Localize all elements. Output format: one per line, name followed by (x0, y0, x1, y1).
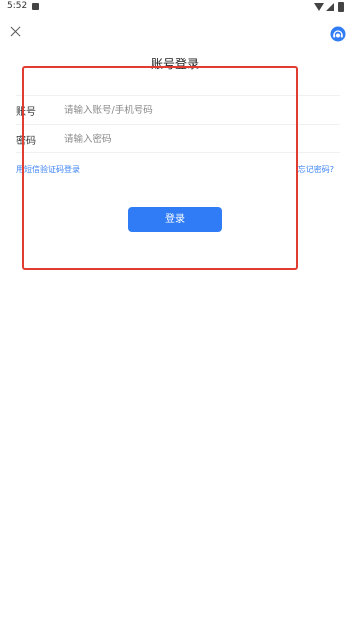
sms-login-link[interactable]: 用短信验证码登录 (16, 164, 80, 175)
login-screen: 5:52 账号登录 账号 密码 用短信验证码登录 忘记密码? 登录 (0, 0, 350, 622)
status-time: 5:52 (7, 1, 28, 11)
divider (16, 124, 340, 125)
login-button[interactable]: 登录 (128, 207, 222, 232)
account-input[interactable] (64, 101, 334, 119)
forgot-password-link[interactable]: 忘记密码? (298, 164, 334, 175)
account-label: 账号 (16, 107, 36, 118)
divider (16, 95, 340, 96)
battery-icon (338, 2, 344, 12)
customer-service-icon[interactable] (330, 26, 346, 42)
password-input[interactable] (64, 130, 334, 148)
page-title: 账号登录 (150, 57, 199, 71)
signal-icon (326, 3, 334, 11)
notification-icon (32, 3, 39, 10)
wifi-icon (314, 3, 324, 11)
customer-service-icon-graphic (330, 26, 346, 42)
divider (16, 152, 340, 153)
close-icon[interactable] (8, 24, 24, 40)
password-label: 密码 (16, 136, 36, 147)
status-bar: 5:52 (0, 0, 350, 14)
